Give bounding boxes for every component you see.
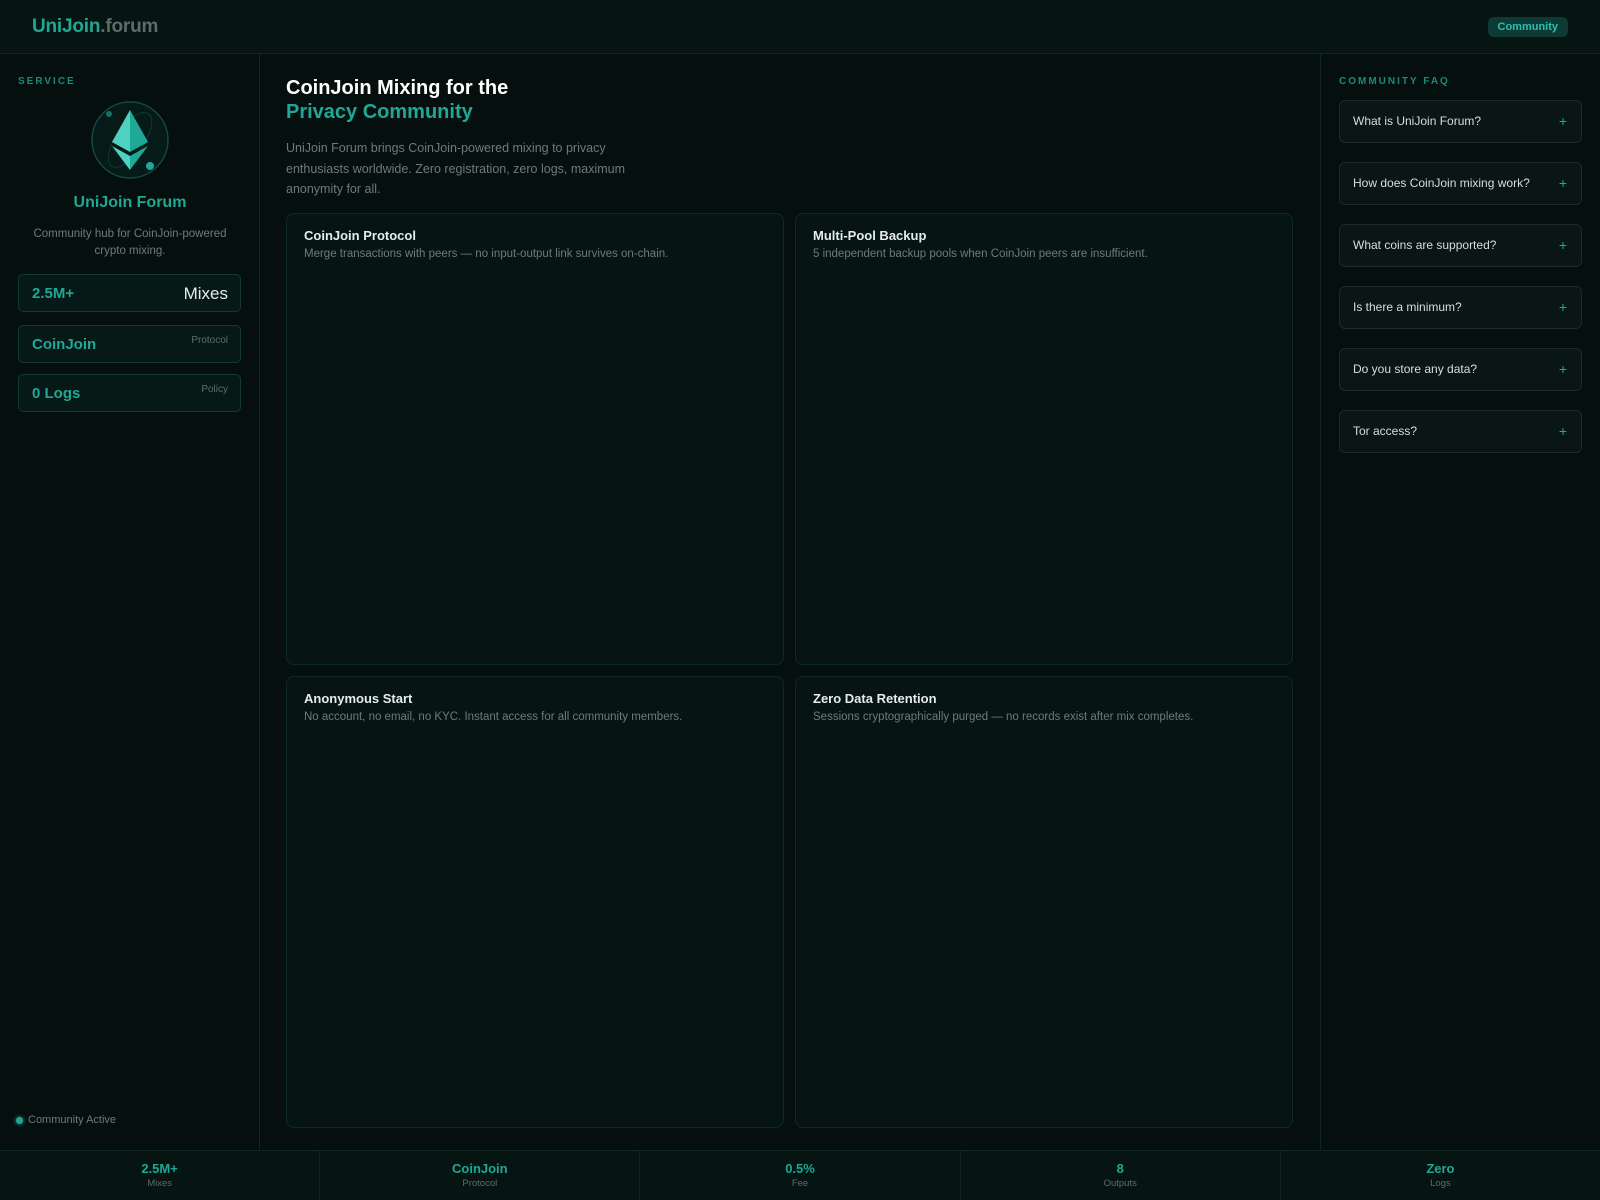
plus-icon[interactable]: + (1559, 113, 1567, 129)
footer-stat-label: Logs (1430, 1178, 1451, 1189)
ethereum-icon (91, 101, 169, 179)
feature-card-anonymous[interactable]: Anonymous Start No account, no email, no… (286, 676, 784, 1128)
page-title-line2: Privacy Community (286, 101, 473, 123)
stat-card-mixes: 2.5M+ Mixes (18, 274, 241, 312)
card-title: Multi-Pool Backup (813, 228, 927, 243)
feature-card-retention[interactable]: Zero Data Retention Sessions cryptograph… (795, 676, 1293, 1128)
footer-stat-label: Protocol (462, 1178, 498, 1189)
faq-item[interactable]: How does CoinJoin mixing work? + (1339, 162, 1582, 205)
faq-question: Is there a minimum? (1353, 300, 1462, 314)
footer-stat-label: Mixes (147, 1178, 172, 1189)
community-badge[interactable]: Community (1487, 16, 1568, 37)
footer-stat-logs: Zero Logs (1281, 1151, 1600, 1200)
stat-value: 0 Logs (32, 385, 81, 402)
top-bar: UniJoin.forum Community (0, 0, 1600, 54)
stat-card-protocol: CoinJoin Protocol (18, 325, 241, 363)
page-lead: UniJoin Forum brings CoinJoin-powered mi… (286, 141, 626, 196)
footer-stat-value: 2.5M+ (141, 1161, 178, 1176)
faq-question: Do you store any data? (1353, 362, 1478, 376)
stat-label: Policy (201, 384, 228, 395)
faq-sidebar: COMMUNITY FAQ What is UniJoin Forum? + H… (1320, 54, 1600, 1150)
faq-section-label: COMMUNITY FAQ (1339, 76, 1450, 87)
left-sidebar: SERVICE UniJoin Forum Community hub for … (0, 54, 260, 1150)
faq-question: What coins are supported? (1353, 238, 1497, 252)
main-content: CoinJoin Mixing for the Privacy Communit… (260, 54, 1320, 1150)
faq-question: What is UniJoin Forum? (1353, 114, 1482, 128)
faq-question: How does CoinJoin mixing work? (1353, 176, 1530, 190)
footer-stat-value: Zero (1426, 1161, 1455, 1176)
footer-stat-value: 8 (1116, 1161, 1124, 1176)
plus-icon[interactable]: + (1559, 175, 1567, 191)
card-title: Zero Data Retention (813, 691, 937, 706)
footer-stat-value: CoinJoin (452, 1161, 508, 1176)
service-description: Community hub for CoinJoin-powered crypt… (33, 228, 227, 257)
sidebar-section-label: SERVICE (18, 76, 76, 87)
brand-secondary: .forum (100, 15, 159, 37)
faq-item[interactable]: What coins are supported? + (1339, 224, 1582, 267)
stat-value: CoinJoin (32, 336, 97, 353)
faq-item[interactable]: What is UniJoin Forum? + (1339, 100, 1582, 143)
footer-stat-fee: 0.5% Fee (640, 1151, 961, 1200)
service-name: UniJoin Forum (73, 194, 187, 211)
footer-stat-mixes: 2.5M+ Mixes (0, 1151, 321, 1200)
card-title: Anonymous Start (304, 691, 413, 706)
status-dot-icon (16, 1116, 23, 1124)
plus-icon[interactable]: + (1559, 299, 1567, 315)
card-description: Merge transactions with peers — no input… (304, 248, 669, 260)
stat-card-policy: 0 Logs Policy (18, 374, 241, 412)
community-status: Community Active (16, 1114, 116, 1126)
footer-stat-label: Fee (791, 1178, 809, 1189)
footer-stat-outputs: 8 Outputs (961, 1151, 1281, 1200)
card-title: CoinJoin Protocol (304, 228, 416, 243)
stat-label: Protocol (191, 335, 228, 346)
footer-stats-bar: 2.5M+ Mixes CoinJoin Protocol 0.5% Fee 8… (0, 1150, 1600, 1200)
faq-question: Tor access? (1353, 424, 1418, 438)
plus-icon[interactable]: + (1559, 237, 1567, 253)
footer-stat-value: 0.5% (785, 1161, 815, 1176)
brand-primary: UniJoin (32, 15, 101, 37)
stat-label: Mixes (183, 284, 228, 303)
card-description: 5 independent backup pools when CoinJoin… (813, 248, 1148, 260)
page-title-line1: CoinJoin Mixing for the (286, 77, 509, 99)
plus-icon[interactable]: + (1559, 423, 1567, 439)
plus-icon[interactable]: + (1559, 361, 1567, 377)
page-title: CoinJoin Mixing for the Privacy Communit… (286, 76, 508, 124)
faq-item[interactable]: Do you store any data? + (1339, 348, 1582, 391)
feature-card-coinjoin[interactable]: CoinJoin Protocol Merge transactions wit… (286, 213, 784, 665)
brand-logo[interactable]: UniJoin.forum (32, 16, 158, 38)
footer-stat-protocol: CoinJoin Protocol (320, 1151, 641, 1200)
faq-item[interactable]: Tor access? + (1339, 410, 1582, 453)
status-text: Community Active (28, 1114, 117, 1126)
footer-stat-label: Outputs (1103, 1178, 1137, 1189)
card-description: No account, no email, no KYC. Instant ac… (304, 711, 683, 723)
feature-card-multipool[interactable]: Multi-Pool Backup 5 independent backup p… (795, 213, 1293, 665)
stat-value: 2.5M+ (32, 285, 75, 302)
faq-item[interactable]: Is there a minimum? + (1339, 286, 1582, 329)
card-description: Sessions cryptographically purged — no r… (813, 711, 1194, 723)
